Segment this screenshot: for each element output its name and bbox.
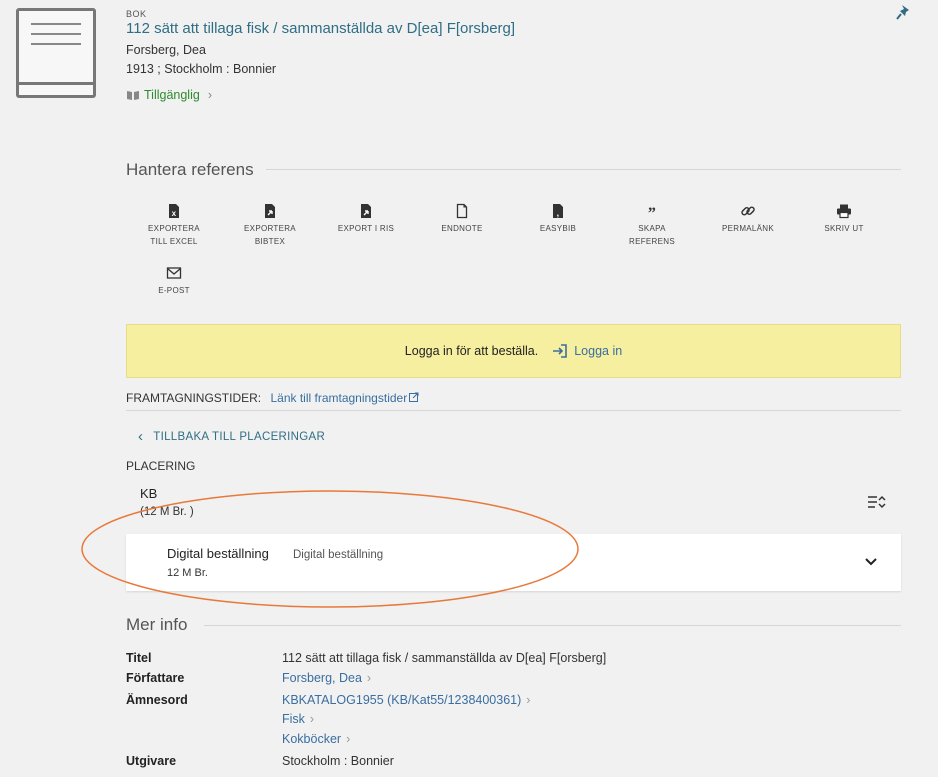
record-author: Forsberg, Dea (126, 43, 206, 57)
section-divider (266, 169, 901, 170)
chevron-right-icon: › (207, 88, 212, 102)
excel-file-icon: x (169, 204, 179, 218)
chevron-right-icon: › (309, 712, 315, 726)
svg-text:,: , (557, 208, 560, 218)
back-label: TILLBAKA TILL PLACERINGAR (153, 430, 326, 443)
create-reference-button[interactable]: ” SKAPA REFERENS (604, 203, 700, 248)
email-button[interactable]: E-POST (126, 265, 222, 298)
retrieval-times-link-text: Länk till framtagningstider (270, 391, 408, 405)
svg-text:”: ” (648, 205, 656, 219)
link-icon (741, 206, 755, 216)
action-label: TILL EXCEL (150, 236, 198, 246)
login-message: Logga in för att beställa. (404, 344, 539, 358)
chevron-right-icon: › (346, 732, 351, 746)
chevron-right-icon: › (366, 671, 372, 685)
print-button[interactable]: SKRIV UT (796, 203, 892, 236)
login-link[interactable]: Logga in (552, 343, 622, 359)
action-label: REFERENS (629, 236, 675, 246)
chevron-right-icon: › (526, 693, 531, 707)
svg-text:x: x (172, 209, 177, 218)
back-to-locations-button[interactable]: ‹ TILLBAKA TILL PLACERINGAR (138, 428, 325, 445)
action-label: SKAPA (638, 224, 666, 233)
external-link-icon (409, 392, 419, 402)
record-type: BOK (126, 9, 147, 19)
action-label: EASYBIB (539, 224, 577, 233)
sort-filter-icon[interactable] (866, 494, 886, 510)
section-divider (126, 410, 901, 411)
chevron-left-icon: ‹ (138, 428, 144, 445)
book-open-icon (127, 90, 139, 100)
subject-link-text: Fisk (282, 712, 305, 726)
detail-label-title: Titel (126, 651, 152, 665)
export-ris-button[interactable]: EXPORT I RIS (318, 203, 414, 236)
section-divider (204, 625, 901, 626)
file-outline-icon (456, 203, 468, 219)
sign-in-icon (553, 344, 568, 358)
subject-link-text: KBKATALOG1955 (KB/Kat55/1238400361) (282, 693, 522, 707)
pin-icon[interactable] (896, 4, 912, 22)
action-label: SKRIV UT (824, 224, 864, 233)
quote-icon: ” (648, 205, 656, 219)
author-link[interactable]: Forsberg, Dea › (282, 671, 371, 685)
detail-value-publisher: Stockholm : Bonnier (282, 754, 394, 768)
printer-icon (837, 204, 851, 219)
action-label: PERMALÄNK (721, 224, 775, 233)
envelope-icon (166, 267, 182, 279)
subject-link-text: Kokböcker (282, 732, 342, 746)
book-cover-icon[interactable] (16, 8, 96, 98)
endnote-button[interactable]: ENDNOTE (414, 203, 510, 236)
subject-link[interactable]: Fisk › (282, 712, 314, 726)
action-label: E-POST (158, 286, 190, 295)
file-export-icon (361, 204, 371, 218)
action-label: BIBTEX (254, 236, 286, 246)
export-excel-button[interactable]: x EXPORTERA TILL EXCEL (126, 203, 222, 248)
record-title[interactable]: 112 sätt att tillaga fisk / sammanställd… (126, 20, 515, 37)
detail-label-author: Författare (126, 671, 185, 685)
author-link-text: Forsberg, Dea (282, 671, 362, 685)
detail-label-subjects: Ämnesord (126, 693, 188, 707)
file-quote-icon: , (553, 204, 563, 218)
easybib-button[interactable]: , EASYBIB (510, 203, 606, 236)
export-bibtex-button[interactable]: EXPORTERA BIBTEX (222, 203, 318, 248)
availability-status: Tillgänglig (144, 88, 200, 102)
availability-link[interactable]: Tillgänglig › (126, 88, 212, 102)
annotation-ellipse (81, 490, 579, 608)
subject-link[interactable]: KBKATALOG1955 (KB/Kat55/1238400361) › (282, 693, 530, 707)
retrieval-times-link[interactable]: Länk till framtagningstider (270, 391, 419, 405)
permalink-button[interactable]: PERMALÄNK (700, 203, 796, 236)
action-label: EXPORT I RIS (337, 224, 395, 233)
chevron-down-icon[interactable] (864, 557, 878, 567)
action-label: EXPORTERA (244, 224, 296, 233)
login-link-label: Logga in (574, 344, 623, 358)
login-banner: Logga in för att beställa. Logga in (126, 324, 901, 378)
location-heading: PLACERING (126, 459, 196, 473)
detail-value-title: 112 sätt att tillaga fisk / sammanställd… (282, 651, 607, 665)
subject-link[interactable]: Kokböcker › (282, 732, 350, 746)
detail-label-publisher: Utgivare (126, 754, 177, 768)
action-label: ENDNOTE (441, 224, 483, 233)
record-date-place: 1913 ; Stockholm : Bonnier (126, 62, 277, 76)
retrieval-times-row: FRAMTAGNINGSTIDER: Länk till framtagning… (126, 391, 419, 405)
file-export-icon (265, 204, 275, 218)
manage-reference-title: Hantera referens (126, 160, 254, 179)
retrieval-times-label: FRAMTAGNINGSTIDER: (126, 391, 262, 405)
more-info-title: Mer info (126, 615, 188, 634)
action-label: EXPORTERA (148, 224, 200, 233)
